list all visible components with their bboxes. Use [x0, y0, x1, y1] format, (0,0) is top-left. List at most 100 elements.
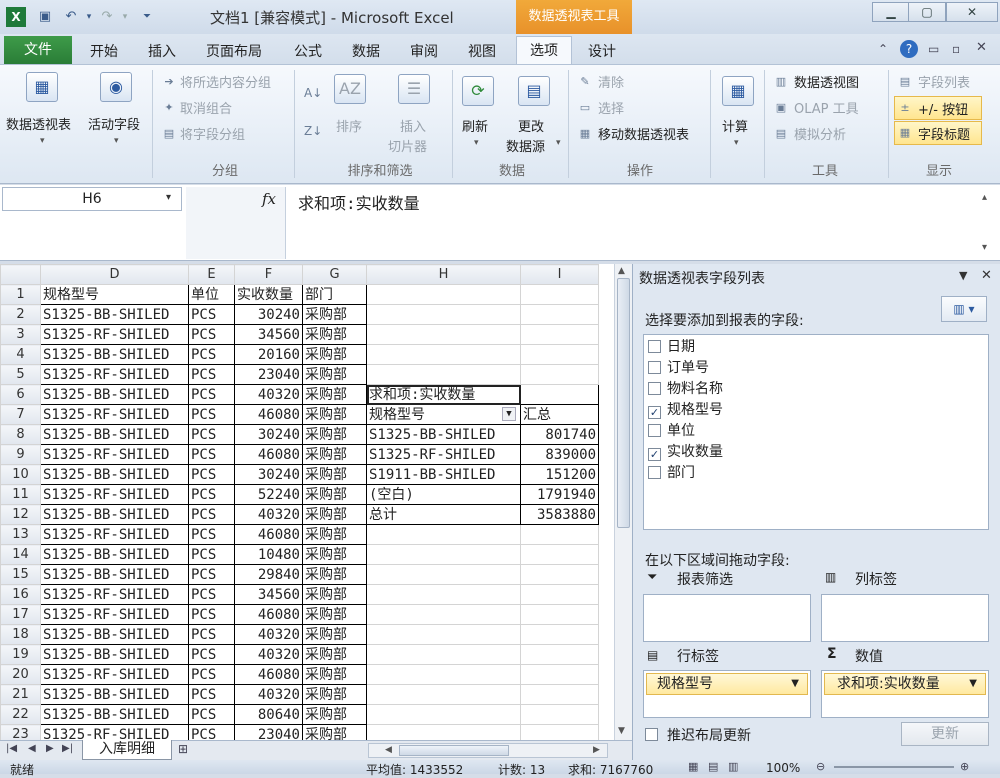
redo-dropdown-icon[interactable]: ▾	[116, 8, 134, 26]
row-header[interactable]: 22	[0, 704, 41, 725]
minimize-button[interactable]: ▁	[872, 2, 910, 22]
cell-unit[interactable]: PCS	[188, 464, 235, 485]
field-checkbox[interactable]	[648, 340, 661, 353]
cell-quantity[interactable]: 34560	[234, 584, 303, 605]
cell-pivot-value[interactable]	[520, 584, 599, 605]
cell-quantity[interactable]: 40320	[234, 684, 303, 705]
cell-spec[interactable]: 规格型号	[40, 284, 189, 305]
row-header[interactable]: 6	[0, 384, 41, 405]
expand-formula-bar-icon[interactable]: ▴	[982, 192, 987, 203]
ungroup-button[interactable]: 取消组合	[180, 98, 232, 117]
cell-unit[interactable]: PCS	[188, 724, 235, 740]
cell-department[interactable]: 采购部	[302, 304, 367, 325]
cell-pivot-label[interactable]	[366, 684, 521, 705]
pivot-chart-button[interactable]: 数据透视图	[794, 72, 859, 91]
cell-department[interactable]: 采购部	[302, 724, 367, 740]
cell-quantity[interactable]: 46080	[234, 444, 303, 465]
insert-slicer-icon[interactable]: ☰	[398, 74, 430, 104]
cell-spec[interactable]: S1325-BB-SHILED	[40, 704, 189, 725]
column-header[interactable]: E	[188, 264, 235, 285]
cell-unit[interactable]: PCS	[188, 524, 235, 545]
group-field-button[interactable]: 将字段分组	[180, 124, 245, 143]
pane-options-dropdown-icon[interactable]: ▼	[959, 269, 967, 282]
cell-quantity[interactable]: 30240	[234, 304, 303, 325]
maximize-button[interactable]: ▢	[908, 2, 946, 22]
cell-department[interactable]: 采购部	[302, 704, 367, 725]
prev-sheet-icon[interactable]: ◀	[28, 743, 36, 754]
cell-unit[interactable]: PCS	[188, 404, 235, 425]
cell-quantity[interactable]: 40320	[234, 384, 303, 405]
cell-unit[interactable]: PCS	[188, 324, 235, 345]
cell-spec[interactable]: S1325-BB-SHILED	[40, 424, 189, 445]
cell-department[interactable]: 采购部	[302, 404, 367, 425]
cell-quantity[interactable]: 46080	[234, 404, 303, 425]
column-header[interactable]: I	[520, 264, 599, 285]
excel-logo-icon[interactable]: X	[6, 7, 26, 27]
cell-department[interactable]: 采购部	[302, 624, 367, 645]
field-item[interactable]: 日期	[648, 337, 988, 358]
cell-pivot-label[interactable]: 总计	[366, 504, 521, 525]
cell-quantity[interactable]: 20160	[234, 344, 303, 365]
cell-pivot-label[interactable]: 规格型号 ▼	[366, 404, 521, 425]
first-sheet-icon[interactable]: |◀	[6, 743, 17, 754]
cell-department[interactable]: 部门	[302, 284, 367, 305]
cell-pivot-label[interactable]	[366, 344, 521, 365]
cell-pivot-value[interactable]	[520, 644, 599, 665]
row-header[interactable]: 14	[0, 544, 41, 565]
sort-icon[interactable]: AZ	[334, 74, 366, 104]
cell-unit[interactable]: PCS	[188, 564, 235, 585]
cell-quantity[interactable]: 46080	[234, 604, 303, 625]
row-header[interactable]: 1	[0, 284, 41, 305]
active-field-dropdown-icon[interactable]: ▾	[114, 136, 119, 146]
cell-pivot-value[interactable]: 1791940	[520, 484, 599, 505]
cell-unit[interactable]: PCS	[188, 624, 235, 645]
cell-pivot-value[interactable]	[520, 544, 599, 565]
row-header[interactable]: 2	[0, 304, 41, 325]
select-all-corner[interactable]	[0, 264, 41, 285]
row-header[interactable]: 16	[0, 584, 41, 605]
cell-pivot-label[interactable]	[366, 304, 521, 325]
cell-unit[interactable]: PCS	[188, 344, 235, 365]
row-header[interactable]: 17	[0, 604, 41, 625]
cell-pivot-label[interactable]	[366, 524, 521, 545]
cell-spec[interactable]: S1325-RF-SHILED	[40, 404, 189, 425]
tab-design[interactable]: 设计	[588, 40, 616, 64]
last-sheet-icon[interactable]: ▶|	[62, 743, 73, 754]
tab-options[interactable]: 选项	[516, 36, 572, 66]
cell-quantity[interactable]: 52240	[234, 484, 303, 505]
cell-quantity[interactable]: 30240	[234, 424, 303, 445]
calculate-icon[interactable]: ▦	[722, 76, 754, 106]
cell-spec[interactable]: S1325-RF-SHILED	[40, 664, 189, 685]
cell-department[interactable]: 采购部	[302, 564, 367, 585]
cell-unit[interactable]: 单位	[188, 284, 235, 305]
clear-button[interactable]: 清除	[598, 72, 624, 91]
cell-pivot-label[interactable]	[366, 544, 521, 565]
field-checkbox[interactable]	[648, 424, 661, 437]
cell-pivot-label[interactable]	[366, 644, 521, 665]
olap-tools-button[interactable]: OLAP 工具	[794, 98, 859, 117]
tab-insert[interactable]: 插入	[148, 40, 176, 64]
row-field-dropdown-icon[interactable]: ▼	[791, 674, 799, 694]
change-source-icon[interactable]: ▤	[518, 76, 550, 106]
cell-pivot-value[interactable]	[520, 384, 599, 405]
cell-pivot-label[interactable]: S1325-RF-SHILED	[366, 444, 521, 465]
field-item[interactable]: 物料名称	[648, 379, 988, 400]
column-header[interactable]: F	[234, 264, 303, 285]
cell-department[interactable]: 采购部	[302, 684, 367, 705]
help-icon[interactable]: ?	[900, 40, 918, 58]
cell-pivot-label[interactable]	[366, 724, 521, 740]
fx-icon[interactable]: fx	[262, 190, 276, 208]
cell-pivot-label[interactable]	[366, 364, 521, 385]
row-header[interactable]: 15	[0, 564, 41, 585]
row-label-filter-dropdown-icon[interactable]: ▼	[502, 407, 516, 421]
row-header[interactable]: 12	[0, 504, 41, 525]
refresh-icon[interactable]: ⟳	[462, 76, 494, 106]
tab-view[interactable]: 视图	[468, 40, 496, 64]
cell-department[interactable]: 采购部	[302, 504, 367, 525]
cell-quantity[interactable]: 40320	[234, 644, 303, 665]
h-scroll-right-icon[interactable]: ▶	[593, 745, 600, 755]
normal-view-icon[interactable]: ▦	[688, 760, 698, 773]
cell-unit[interactable]: PCS	[188, 504, 235, 525]
field-checkbox[interactable]: ✓	[648, 448, 661, 461]
cell-spec[interactable]: S1325-RF-SHILED	[40, 584, 189, 605]
